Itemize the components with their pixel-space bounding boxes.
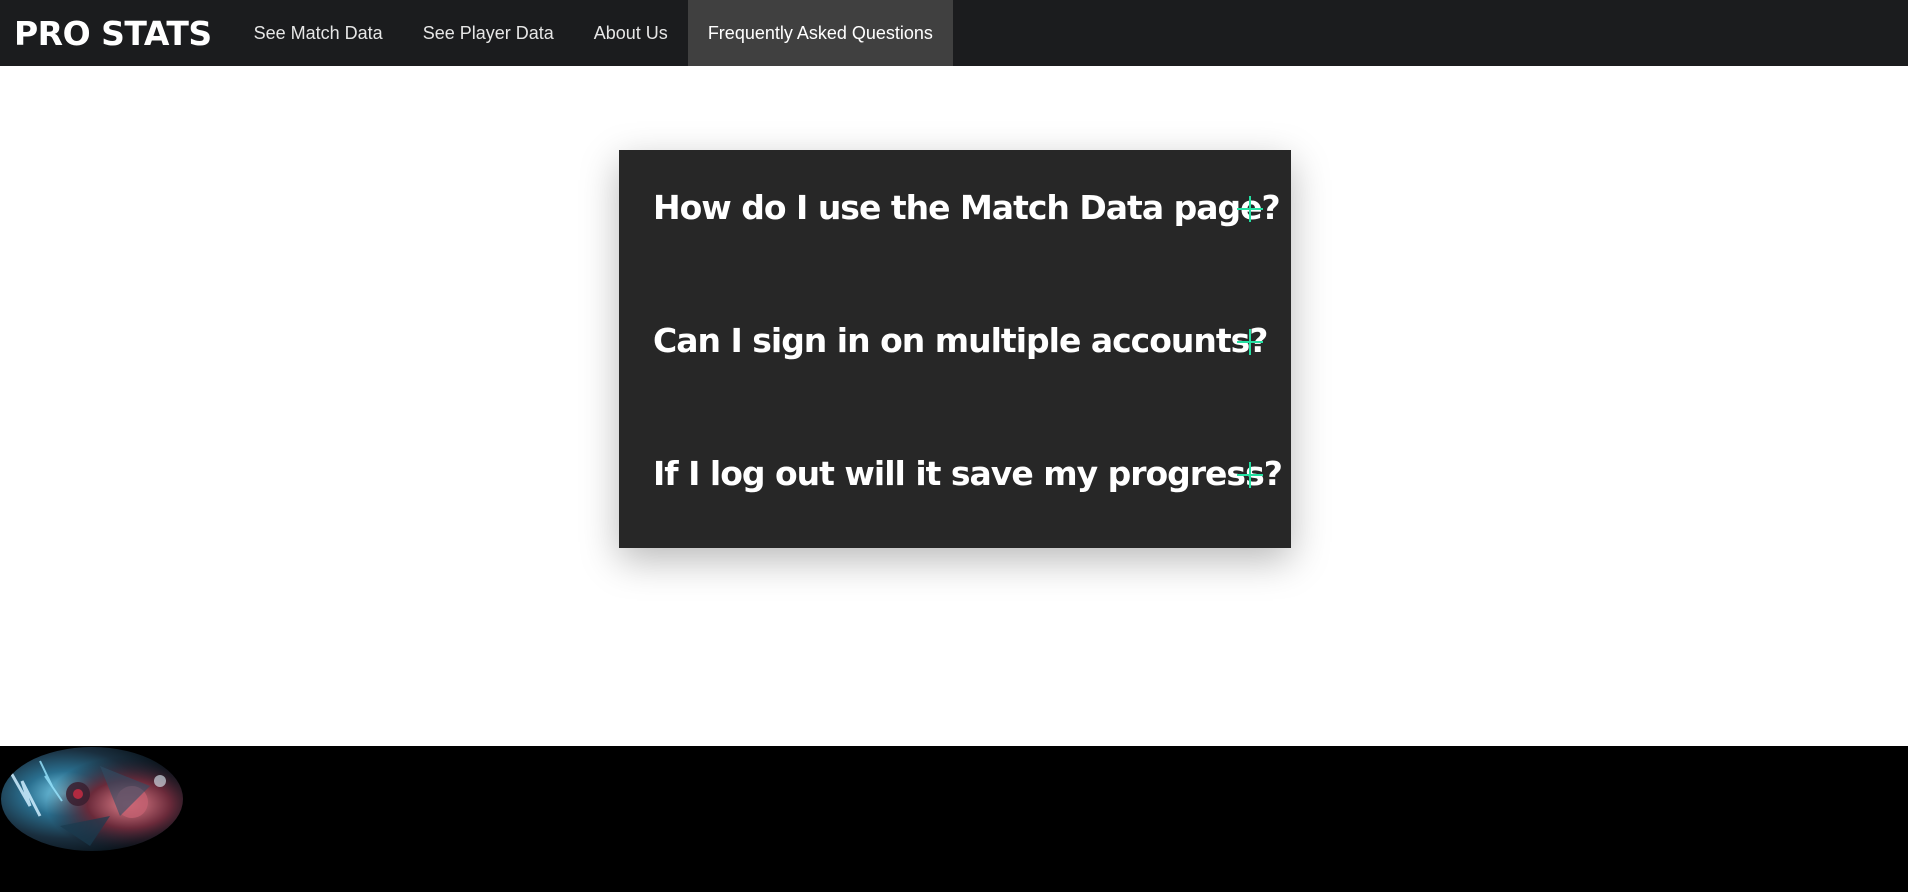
faq-item-logout-progress[interactable]: If I log out will it save my progress?: [619, 416, 1291, 549]
nav-link-faq[interactable]: Frequently Asked Questions: [687, 0, 953, 66]
brand-logo[interactable]: PRO STATS: [0, 0, 232, 66]
faq-panel: How do I use the Match Data page? Can I …: [619, 150, 1291, 548]
faq-item-multiple-accounts[interactable]: Can I sign in on multiple accounts?: [619, 283, 1291, 416]
plus-icon[interactable]: [1237, 462, 1263, 488]
nav-link-match-data[interactable]: See Match Data: [234, 0, 403, 66]
faq-question: How do I use the Match Data page?: [653, 188, 1281, 227]
footer: [0, 746, 1908, 892]
faq-question: Can I sign in on multiple accounts?: [653, 321, 1268, 360]
plus-icon[interactable]: [1237, 329, 1263, 355]
faq-item-match-data[interactable]: How do I use the Match Data page?: [619, 150, 1291, 283]
nav-link-player-data[interactable]: See Player Data: [403, 0, 574, 66]
nav-link-about-us[interactable]: About Us: [574, 0, 688, 66]
footer-logo-image: [1, 747, 183, 851]
top-navbar: PRO STATS See Match Data See Player Data…: [0, 0, 1908, 66]
plus-icon[interactable]: [1237, 196, 1263, 222]
faq-question: If I log out will it save my progress?: [653, 454, 1283, 493]
nav-links: See Match Data See Player Data About Us …: [234, 0, 953, 66]
